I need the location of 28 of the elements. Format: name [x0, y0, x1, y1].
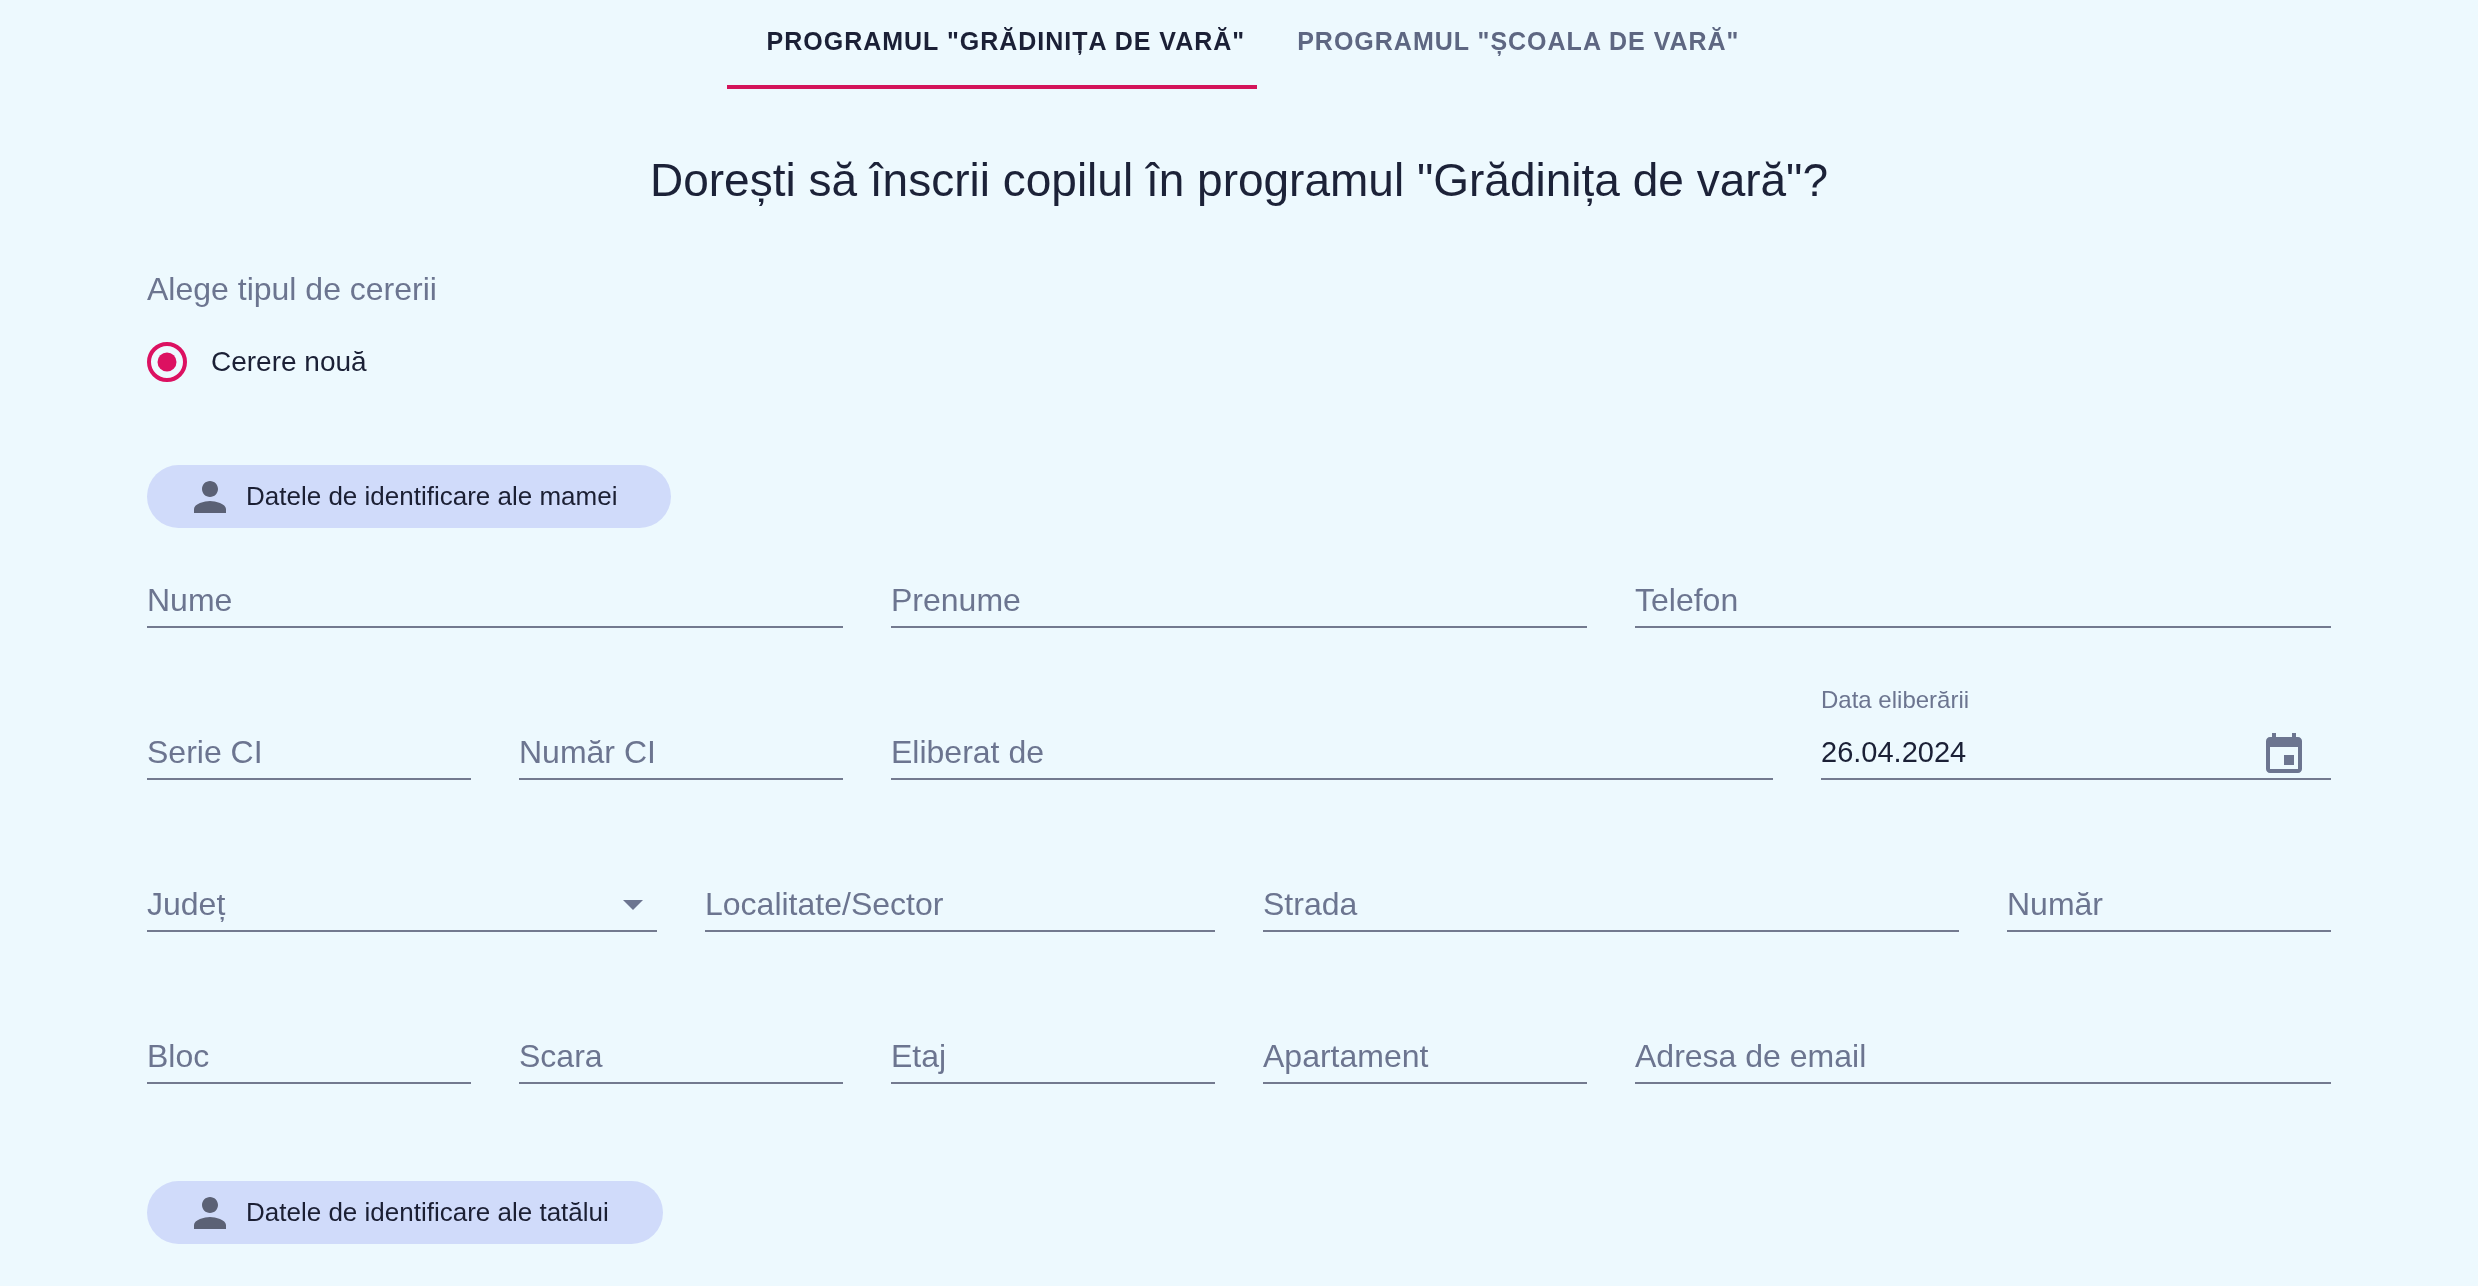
text-field[interactable]: Nume [147, 580, 843, 628]
text-field[interactable]: Serie CI [147, 732, 471, 780]
tab[interactable]: PROGRAMUL "GRĂDINIȚA DE VARĂ" [726, 0, 1258, 89]
text-field[interactable]: Eliberat de [891, 732, 1773, 780]
text-field[interactable]: Bloc [147, 1036, 471, 1084]
person-icon [194, 1196, 226, 1229]
text-field[interactable]: Număr [2007, 884, 2331, 932]
caret-icon [623, 900, 643, 910]
text-field[interactable]: Telefon [1635, 580, 2331, 628]
field-label: Data eliberării [1821, 686, 1971, 714]
section-button[interactable]: Datele de identificare ale tatălui [147, 1181, 663, 1244]
group-label: Alege tipul de cererii [147, 271, 438, 307]
calendar-icon[interactable] [2266, 733, 2302, 773]
radio-button[interactable] [147, 342, 187, 382]
text-field[interactable]: Etaj [891, 1036, 1215, 1084]
text-field[interactable]: Scara [519, 1036, 843, 1084]
tab[interactable]: PROGRAMUL "ȘCOALA DE VARĂ" [1257, 0, 1752, 89]
person-icon [194, 480, 226, 513]
text-field[interactable]: Număr CI [519, 732, 843, 780]
text-field[interactable]: Apartament [1263, 1036, 1587, 1084]
text-field[interactable]: Localitate/Sector [705, 884, 1215, 932]
text-field[interactable]: Strada [1263, 884, 1959, 932]
dropdown-field[interactable]: Județ [147, 884, 657, 932]
section-button[interactable]: Datele de identificare ale mamei [147, 465, 672, 528]
radio-label[interactable]: Cerere nouă [211, 341, 367, 383]
text-field[interactable]: Prenume [891, 580, 1587, 628]
text-field[interactable]: Adresa de email [1635, 1036, 2331, 1084]
page-heading: Dorești să înscrii copilul în programul "Grădinița de vară"? [648, 153, 1830, 208]
